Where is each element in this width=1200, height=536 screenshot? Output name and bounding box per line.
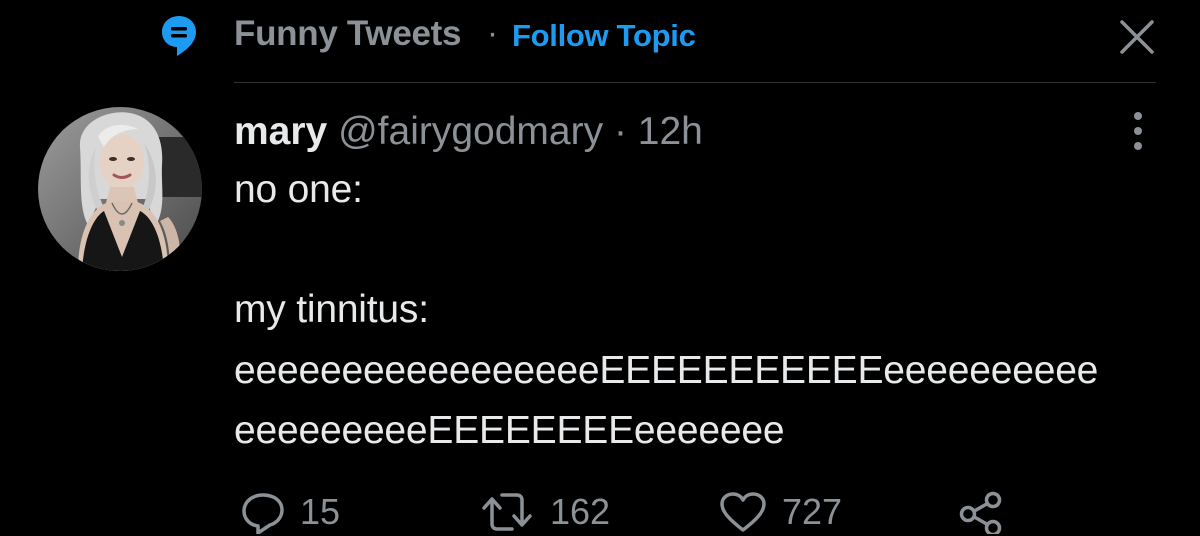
like-button[interactable]: 727 [718,488,842,536]
topic-header: Funny Tweets · Follow Topic [0,0,1200,82]
close-icon[interactable] [1118,18,1156,56]
retweet-count: 162 [550,491,611,532]
tweet-timestamp[interactable]: 12h [638,110,703,153]
retweet-button[interactable]: 162 [478,488,610,536]
heart-icon [718,490,768,534]
like-count: 727 [782,491,843,532]
retweet-icon [478,490,536,534]
tweet-text-line: eeeeeeeeeeeeeeeeeEEEEEEEEEEEeeeeeeeeee [234,349,1099,392]
author-name[interactable]: mary [234,110,327,153]
share-button[interactable] [958,488,1004,536]
tweet-text-line: eeeeeeeeeEEEEEEEEeeeeeee [234,409,785,452]
more-vertical-icon[interactable] [1126,110,1150,152]
reply-count: 15 [300,491,341,532]
reply-icon [240,490,286,534]
topic-name[interactable]: Funny Tweets [234,14,461,54]
tweet-action-bar: 15 162 727 [0,488,1200,536]
tweet-text-line: my tinnitus: [234,288,429,331]
avatar[interactable] [38,107,202,271]
share-icon [958,490,1004,534]
author-handle[interactable]: @fairygodmary [338,110,603,153]
tweet-text-line: no one: [234,168,363,211]
topic-divider [234,82,1156,83]
reply-button[interactable]: 15 [240,488,340,536]
follow-topic-button[interactable]: Follow Topic [512,18,696,54]
time-separator: · [613,110,627,153]
topic-separator: · [487,14,498,51]
topic-speech-bubble-icon [160,14,198,58]
tweet-header: mary @fairygodmary · 12h [234,110,703,154]
